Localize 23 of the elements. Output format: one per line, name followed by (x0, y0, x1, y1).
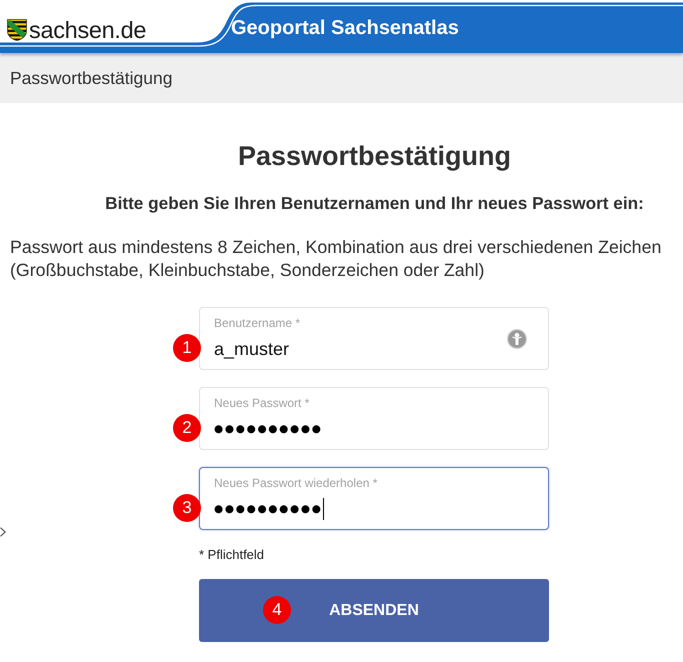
password-field[interactable]: Neues Passwort * ●●●●●●●●●● (199, 387, 549, 450)
password-rules-text: Passwort aus mindestens 8 Zeichen, Kombination aus drei verschiedenen Zeichen (Großbuchstabe, Kleinbuchstabe, Sonderzeichen oder Zahl) (9, 236, 662, 282)
page-heading: Passwortbestätigung (236, 140, 512, 172)
step-marker: 1 (173, 334, 201, 362)
field-label: Benutzername * (214, 316, 302, 330)
text-cursor-icon (322, 498, 324, 520)
field-value: ●●●●●●●●●● (214, 502, 323, 517)
field-label: Neues Passwort wiederholen * (214, 476, 378, 490)
instruction-text: Bitte geben Sie Ihren Benutzernamen und Ihr neues Passwort ein: (104, 192, 645, 214)
coat-of-arms-icon (7, 19, 27, 41)
portal-title: Geoportal Sachsenatlas (231, 16, 459, 41)
step-marker: 2 (173, 414, 201, 442)
field-value: a_muster (214, 338, 290, 361)
chevron-right-icon[interactable] (0, 527, 6, 537)
field-label: Neues Passwort * (214, 396, 310, 410)
password-field[interactable]: Neues Passwort wiederholen * ●●●●●●●●●● (199, 467, 549, 530)
username-field[interactable]: Benutzername * a_muster (199, 307, 549, 370)
step-marker: 3 (173, 494, 201, 522)
breadcrumb-text: Passwortbestätigung (10, 67, 172, 89)
field-value: ●●●●●●●●●● (214, 422, 323, 437)
required-note: * Pflichtfeld (199, 547, 266, 563)
logo-text[interactable]: sachsen.de (29, 17, 146, 43)
person-icon[interactable] (507, 329, 527, 349)
